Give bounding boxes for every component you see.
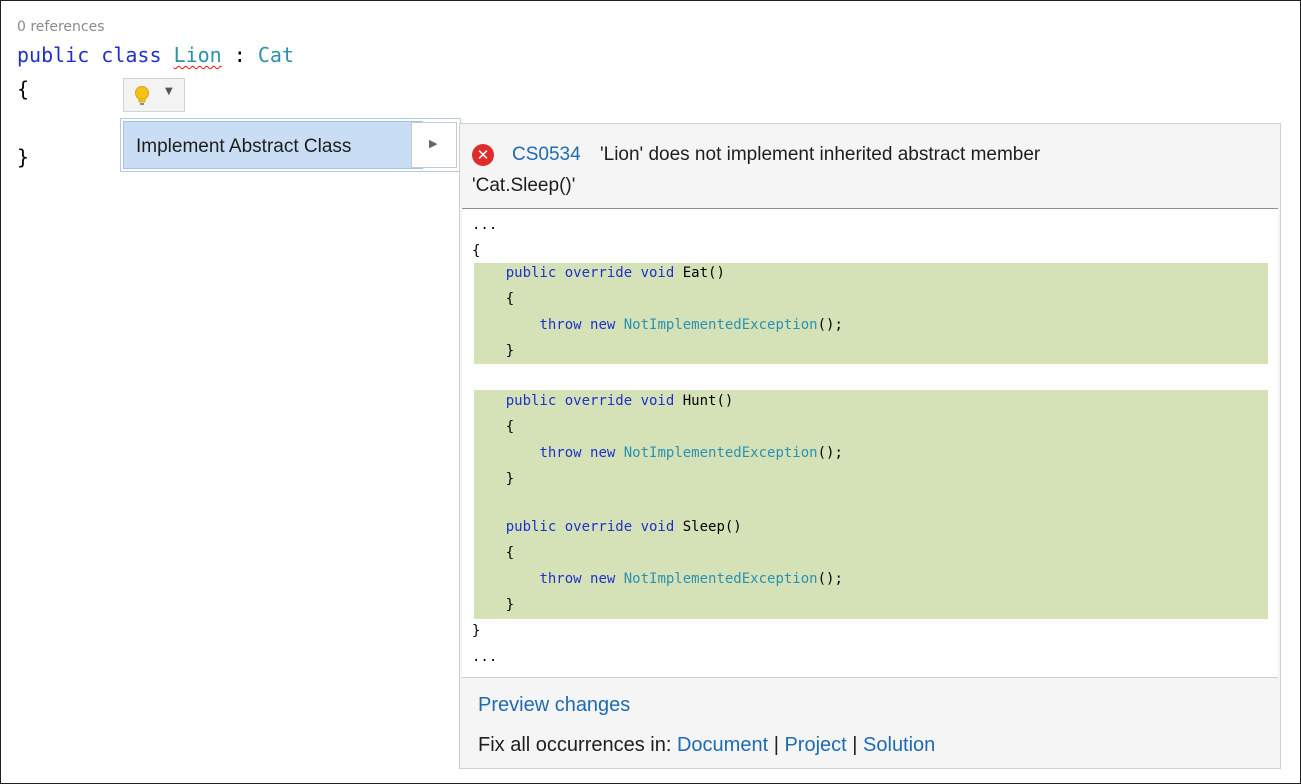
method-signature: public override void Eat()	[472, 265, 725, 281]
chevron-down-icon[interactable]: ▼	[165, 86, 173, 97]
code-line-class-declaration: public class Lion : Cat	[17, 43, 294, 67]
diagnostic-code-link[interactable]: CS0534	[512, 144, 581, 166]
code-line-open-brace: {	[17, 77, 30, 101]
error-icon: ✕	[472, 144, 494, 166]
brace: }	[505, 343, 515, 359]
statement-tail: ();	[817, 571, 843, 587]
fix-all-project-link[interactable]: Project	[784, 734, 846, 756]
brace: {	[505, 419, 515, 435]
method-keywords: public override void	[505, 519, 675, 535]
method-close-brace: }	[472, 597, 514, 613]
menu-item-label: Implement Abstract Class	[136, 136, 352, 157]
quick-actions-lightbulb-button[interactable]: ▼	[123, 78, 185, 112]
preview-changes-link[interactable]: Preview changes	[478, 694, 630, 717]
method-open-brace: {	[472, 419, 514, 435]
throw-statement: throw new NotImplementedException();	[472, 317, 843, 333]
throw-keywords: throw new	[539, 317, 616, 333]
method-open-brace: {	[472, 291, 514, 307]
method-keywords: public override void	[505, 265, 675, 281]
method-name: Hunt()	[682, 393, 734, 409]
menu-item-implement-abstract-class[interactable]: Implement Abstract Class	[123, 121, 423, 169]
ellipsis-top: ...	[472, 217, 498, 233]
brace: {	[505, 545, 515, 561]
method-signature: public override void Hunt()	[472, 393, 734, 409]
lightbulb-icon	[133, 85, 151, 111]
codelens-references[interactable]: 0 references	[17, 19, 105, 35]
statement-tail: ();	[817, 317, 843, 333]
separator: |	[773, 734, 779, 756]
statement-tail: ();	[817, 445, 843, 461]
class-name-lion[interactable]: Lion	[174, 43, 222, 67]
code-diff-preview: ... { public override void Eat() { throw…	[462, 208, 1278, 678]
fix-preview-panel: ✕ CS0534 'Lion' does not implement inher…	[459, 123, 1281, 769]
method-open-brace: {	[472, 545, 514, 561]
ellipsis-bottom: ...	[472, 649, 498, 665]
method-keywords: public override void	[505, 393, 675, 409]
exception-type: NotImplementedException	[623, 571, 818, 587]
diagnostic-message-continued: 'Cat.Sleep()'	[472, 175, 576, 196]
chevron-right-icon: ▶	[429, 137, 438, 150]
code-line-close-brace: }	[17, 145, 30, 169]
brace: }	[505, 471, 515, 487]
diagnostic-message: 'Lion' does not implement inherited abst…	[600, 144, 1041, 165]
method-name: Sleep()	[682, 519, 742, 535]
brace: }	[505, 597, 515, 613]
method-close-brace: }	[472, 343, 514, 359]
keyword-public: public	[17, 43, 90, 67]
fix-all-label: Fix all occurrences in:	[478, 734, 672, 756]
submenu-expand-button[interactable]: ▶	[411, 122, 457, 168]
class-close-brace: }	[472, 623, 481, 639]
base-class-cat[interactable]: Cat	[258, 43, 294, 67]
keyword-class: class	[101, 43, 162, 67]
throw-statement: throw new NotImplementedException();	[472, 445, 843, 461]
colon-token: :	[233, 43, 246, 67]
brace: {	[505, 291, 515, 307]
class-open-brace: {	[472, 243, 481, 259]
fix-all-occurrences-row: Fix all occurrences in: Document | Proje…	[478, 734, 935, 757]
fix-all-solution-link[interactable]: Solution	[863, 734, 935, 756]
method-signature: public override void Sleep()	[472, 519, 742, 535]
method-name: Eat()	[682, 265, 725, 281]
throw-statement: throw new NotImplementedException();	[472, 571, 843, 587]
editor-window: 0 references public class Lion : Cat { }…	[0, 0, 1301, 784]
exception-type: NotImplementedException	[623, 445, 818, 461]
quick-actions-menu: Implement Abstract Class	[120, 118, 461, 172]
throw-keywords: throw new	[539, 571, 616, 587]
method-close-brace: }	[472, 471, 514, 487]
exception-type: NotImplementedException	[623, 317, 818, 333]
separator: |	[852, 734, 858, 756]
throw-keywords: throw new	[539, 445, 616, 461]
fix-all-document-link[interactable]: Document	[677, 734, 768, 756]
